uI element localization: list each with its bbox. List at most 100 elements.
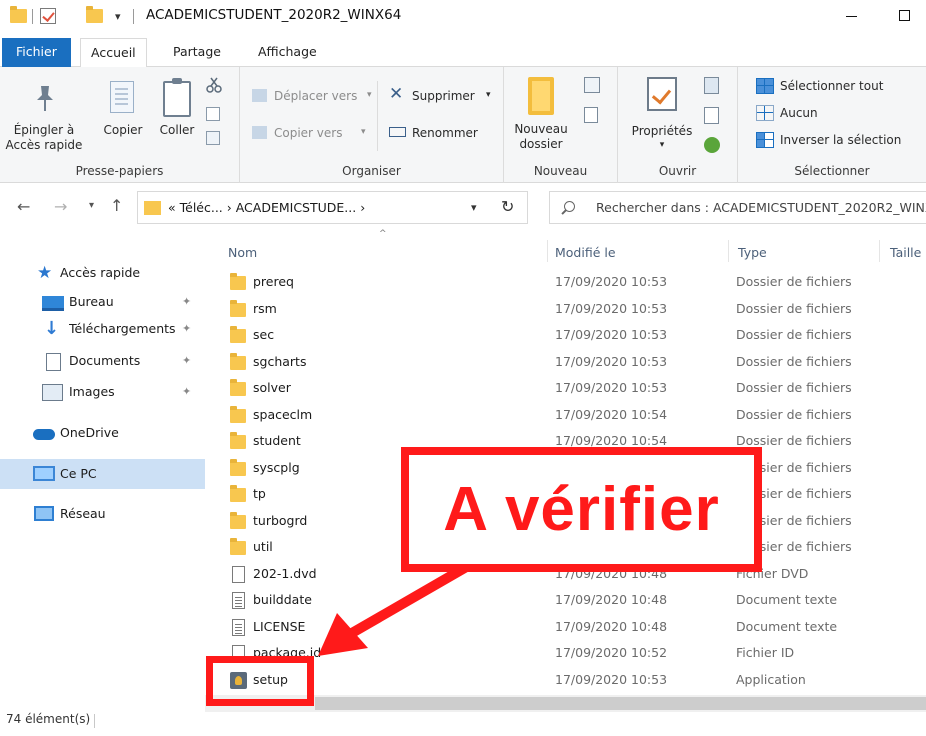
file-row[interactable]: rsm 17/09/2020 10:53 Dossier de fichiers — [205, 296, 926, 322]
refresh-icon[interactable]: ↻ — [501, 197, 514, 216]
file-name: sgcharts — [253, 353, 307, 369]
maximize-button[interactable] — [899, 10, 910, 21]
rename-button[interactable]: Renommer — [385, 124, 500, 144]
file-date: 17/09/2020 10:53 — [555, 327, 668, 342]
star-icon: ★ — [37, 263, 53, 283]
history-icon[interactable] — [704, 137, 720, 153]
folder-icon — [230, 538, 246, 555]
file-name: prereq — [253, 274, 294, 289]
search-input[interactable]: Rechercher dans : ACADEMICSTUDENT_2020R2… — [596, 200, 926, 215]
open-icon[interactable] — [704, 77, 719, 94]
select-all-button[interactable]: Sélectionner tout — [756, 77, 924, 97]
file-row[interactable]: builddate 17/09/2020 10:48 Document texte — [205, 587, 926, 613]
folder-icon — [230, 458, 246, 476]
back-arrow-icon[interactable]: ← — [17, 197, 30, 216]
file-type: Fichier ID — [736, 645, 795, 660]
file-row[interactable]: prereq 17/09/2020 10:53 Dossier de fichier… — [205, 269, 926, 295]
group-organiser: Déplacer vers ▾ Copier vers ▾ ✕ Supprime… — [240, 67, 504, 183]
address-bar[interactable]: « Téléc... › ACADEMICSTUDE... › ▾ — [137, 191, 528, 224]
sidebar-item-bureau[interactable]: Bureau ✦ — [0, 289, 205, 317]
sidebar-item-telechargements[interactable]: ↓ Téléchargements ✦ — [0, 316, 205, 344]
pin-icon[interactable]: ✦ — [182, 354, 191, 367]
ribbon: Épingler à Accès rapide Copier Coller Pr… — [0, 67, 926, 183]
file-date: 17/09/2020 10:53 — [555, 353, 668, 369]
paste-icon — [163, 78, 191, 117]
status-separator — [94, 714, 95, 728]
text-file-icon — [232, 618, 245, 636]
paste-shortcut-icon[interactable] — [206, 131, 220, 145]
move-to-button[interactable]: Déplacer vers ▾ — [248, 87, 373, 107]
cut-icon[interactable] — [206, 77, 222, 93]
file-type: Document texte — [736, 618, 838, 634]
file-type: Dossier de fichiers — [736, 380, 852, 395]
column-divider — [728, 240, 729, 262]
sidebar-item-onedrive[interactable]: OneDrive — [0, 420, 205, 448]
download-icon: ↓ — [44, 318, 60, 339]
column-header-taille[interactable]: Taille — [884, 237, 926, 267]
file-type: Dossier de fichiers — [736, 327, 852, 342]
file-type: Document texte — [736, 592, 838, 607]
file-name: rsm — [253, 300, 277, 316]
easy-access-icon[interactable] — [584, 107, 598, 123]
tab-affichage[interactable]: Affichage — [248, 38, 327, 67]
quick-access-dropdown[interactable]: ▾ — [115, 10, 121, 23]
new-folder-button[interactable]: Nouveau dossier — [508, 77, 574, 155]
copy-path-icon[interactable] — [206, 107, 220, 121]
column-header-type[interactable]: Type — [734, 237, 879, 267]
pin-icon[interactable]: ✦ — [182, 295, 191, 308]
file-row[interactable]: sec 17/09/2020 10:53 Dossier de fichiers — [205, 322, 926, 348]
up-arrow-icon[interactable]: ↑ — [110, 196, 123, 215]
pin-icon[interactable]: ✦ — [182, 385, 191, 398]
file-row[interactable]: sgcharts 17/09/2020 10:53 Dossier de fichi… — [205, 349, 926, 375]
paste-button[interactable]: Coller — [152, 78, 202, 141]
sidebar-item-documents[interactable]: Documents ✦ — [0, 348, 205, 376]
sidebar-item-images[interactable]: Images ✦ — [0, 379, 205, 407]
desktop-icon — [42, 296, 64, 311]
sidebar-item-ce-pc[interactable]: Ce PC — [0, 459, 205, 489]
copy-icon — [110, 81, 134, 113]
pin-icon[interactable]: ✦ — [182, 322, 191, 335]
move-to-icon — [252, 89, 267, 102]
scrollbar-thumb[interactable] — [315, 697, 926, 710]
column-header-nom[interactable]: Nom — [226, 237, 546, 267]
new-folder-quick-icon[interactable] — [86, 6, 103, 23]
chevron-down-icon[interactable]: ▾ — [471, 201, 477, 214]
file-name: tp — [253, 486, 266, 501]
edit-icon[interactable] — [704, 107, 719, 124]
file-row[interactable]: LICENSE 17/09/2020 10:48 Document texte — [205, 614, 926, 640]
file-row[interactable]: spaceclm 17/09/2020 10:54 Dossier de fichi… — [205, 402, 926, 428]
properties-quick-icon[interactable] — [40, 8, 56, 24]
copy-to-button[interactable]: Copier vers ▾ — [248, 124, 373, 144]
tab-partage[interactable]: Partage — [163, 38, 231, 67]
breadcrumb[interactable]: « Téléc... › ACADEMICSTUDE... › — [168, 200, 365, 215]
cloud-icon — [33, 429, 55, 440]
file-date: 17/09/2020 10:54 — [555, 406, 668, 422]
file-name: 202-1.dvd — [253, 565, 317, 581]
tab-accueil[interactable]: Accueil — [80, 38, 147, 68]
invert-selection-button[interactable]: Inverser la sélection — [756, 131, 924, 151]
pin-quick-access-button[interactable]: Épingler à Accès rapide — [4, 81, 84, 156]
group-label: Presse-papiers — [75, 164, 164, 178]
recent-locations-icon[interactable]: ▾ — [89, 200, 94, 211]
copy-button[interactable]: Copier — [98, 81, 148, 141]
file-row[interactable]: solver 17/09/2020 10:53 Dossier de fichier… — [205, 375, 926, 401]
sidebar-item-acces-rapide[interactable]: ★ Accès rapide — [0, 260, 205, 288]
file-date: 17/09/2020 10:48 — [555, 618, 668, 634]
folder-icon — [10, 6, 27, 23]
annotation-highlight-box — [206, 656, 314, 706]
minimize-button[interactable] — [846, 16, 857, 17]
group-label: Ouvrir — [658, 164, 697, 178]
forward-arrow-icon[interactable]: → — [54, 197, 67, 216]
properties-button[interactable]: Propriétés ▾ — [626, 77, 698, 159]
folder-icon — [230, 299, 246, 317]
select-none-button[interactable]: Aucun — [756, 104, 924, 124]
sidebar-item-reseau[interactable]: Réseau — [0, 501, 205, 529]
search-box[interactable]: Rechercher dans : ACADEMICSTUDENT_2020R2… — [549, 191, 926, 224]
column-header-modifie[interactable]: Modifié le — [553, 237, 728, 267]
folder-icon — [144, 201, 161, 215]
file-name: solver — [253, 380, 291, 395]
new-item-icon[interactable] — [584, 77, 600, 93]
group-nouveau: Nouveau dossier Nouveau — [504, 67, 618, 183]
tab-fichier[interactable]: Fichier — [2, 38, 71, 67]
delete-button[interactable]: ✕ Supprimer ▾ — [385, 86, 500, 107]
